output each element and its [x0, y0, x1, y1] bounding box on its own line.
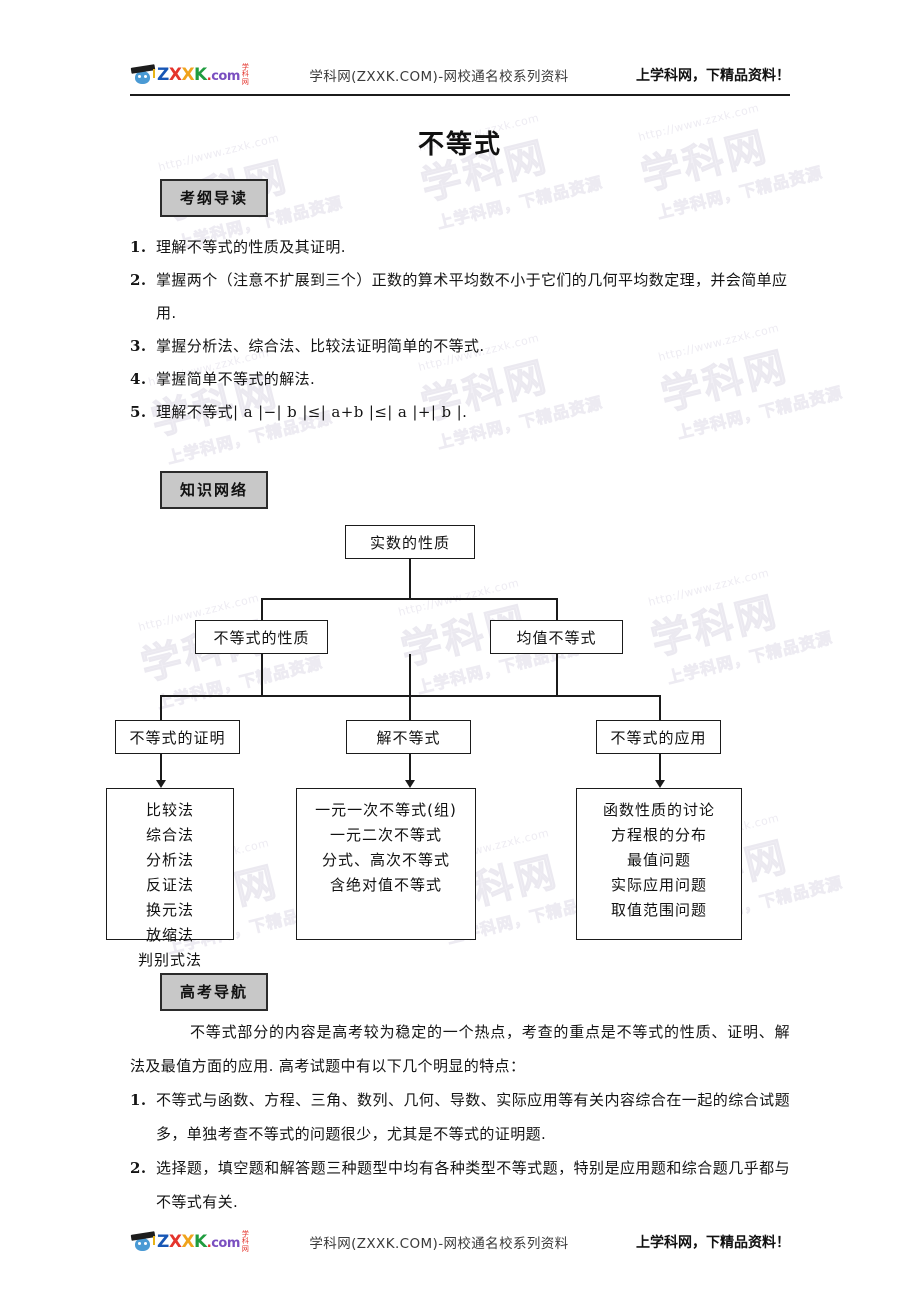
list-item-number: 5.: [130, 403, 147, 421]
header-logo-text: ZXXK.com: [157, 65, 240, 85]
flow-line: 一元一次不等式(组): [315, 801, 457, 819]
list-item: 1. 理解不等式的性质及其证明.: [130, 231, 790, 264]
section-tag-knowledge: 知识网络: [160, 471, 269, 509]
point-number: 1.: [130, 1091, 147, 1109]
footer-slogan: 上学科网，下精品资料！: [635, 1235, 790, 1251]
flow-node-lines: 比较法 综合法 分析法 反证法 换元法 放缩法 判别式法: [107, 798, 233, 973]
list-item-text: 理解不等式的性质及其证明.: [156, 238, 346, 256]
connector: [261, 598, 557, 600]
section-navigation-header: 高考导航: [130, 973, 790, 1011]
flow-node-label: 实数的性质: [369, 533, 450, 552]
connector: [409, 559, 411, 599]
list-item-text: 掌握两个（注意不扩展到三个）正数的算术平均数不小于它们的几何平均数定理，并会简单…: [156, 271, 788, 322]
page-header: ZXXK.com 学科网 学科网(ZXXK.COM)-网校通名校系列资料 上学科…: [130, 0, 790, 98]
flow-node-label: 不等式的性质: [213, 628, 310, 647]
navigation-point: 1. 不等式与函数、方程、三角、数列、几何、导数、实际应用等有关内容综合在一起的…: [130, 1083, 790, 1151]
flow-line: 实际应用问题: [610, 876, 707, 894]
flow-node-level3-1: 解不等式: [346, 720, 471, 754]
connector: [261, 654, 263, 696]
header-slogan: 上学科网，下精品资料！: [635, 68, 790, 84]
footer-logo-text: ZXXK.com: [157, 1232, 240, 1252]
connector: [659, 754, 661, 782]
section-outline-header: 考纲导读: [130, 179, 790, 217]
point-text: 不等式与函数、方程、三角、数列、几何、导数、实际应用等有关内容综合在一起的综合试…: [156, 1091, 790, 1143]
navigation-point: 2. 选择题，填空题和解答题三种题型中均有各种类型不等式题，特别是应用题和综合题…: [130, 1151, 790, 1219]
list-item: 4. 掌握简单不等式的解法.: [130, 363, 790, 396]
document-page: http://www.zzxk.com 学科网 上学科网，下精品资源 http:…: [0, 0, 920, 1302]
navigation-intro-paragraph: 不等式部分的内容是高考较为稳定的一个热点，考查的重点是不等式的性质、证明、解法及…: [130, 1023, 790, 1075]
flow-line: 判别式法: [137, 951, 202, 969]
flow-line: 方程根的分布: [610, 826, 707, 844]
list-item-text: 掌握简单不等式的解法.: [156, 370, 316, 388]
flow-node-label: 解不等式: [376, 728, 441, 747]
point-number: 2.: [130, 1159, 147, 1177]
arrowhead-icon: [655, 780, 665, 788]
list-item-number: 2.: [130, 271, 147, 289]
flow-node-level4-1: 一元一次不等式(组) 一元二次不等式 分式、高次不等式 含绝对值不等式: [296, 788, 476, 940]
section-tag-navigation: 高考导航: [160, 973, 269, 1011]
header-logo-cn: 学科网: [241, 62, 250, 86]
flow-line: 取值范围问题: [610, 901, 707, 919]
connector: [160, 695, 162, 720]
connector: [261, 598, 263, 620]
connector: [556, 598, 558, 620]
list-item-number: 3.: [130, 337, 147, 355]
header-logo: ZXXK.com 学科网: [130, 63, 249, 86]
flow-line: 反证法: [145, 876, 194, 894]
flow-line: 放缩法: [145, 926, 194, 944]
flow-node-root: 实数的性质: [345, 525, 475, 559]
flow-node-level3-2: 不等式的应用: [596, 720, 721, 754]
header-rule: [130, 94, 790, 96]
flow-node-level2-1: 均值不等式: [490, 620, 623, 654]
connector: [160, 754, 162, 782]
graduation-cap-icon: [130, 1231, 156, 1253]
connector: [409, 754, 411, 782]
flow-line: 一元二次不等式: [329, 826, 442, 844]
arrowhead-icon: [156, 780, 166, 788]
flow-node-label: 不等式的证明: [129, 728, 226, 747]
flow-line: 函数性质的讨论: [602, 801, 715, 819]
list-item-text: 理解不等式| a |−| b |≤| a+b |≤| a |+| b |.: [156, 403, 468, 421]
section-tag-outline: 考纲导读: [160, 179, 269, 217]
connector: [409, 695, 411, 720]
list-item: 5. 理解不等式| a |−| b |≤| a+b |≤| a |+| b |.: [130, 396, 790, 429]
list-item-number: 1.: [130, 238, 147, 256]
header-center-text: 学科网(ZXXK.COM)-网校通名校系列资料: [309, 69, 569, 85]
footer-logo: ZXXK.com 学科网: [130, 1230, 249, 1253]
list-item: 3. 掌握分析法、综合法、比较法证明简单的不等式.: [130, 330, 790, 363]
flow-line: 分式、高次不等式: [321, 851, 450, 869]
list-item-text: 掌握分析法、综合法、比较法证明简单的不等式.: [156, 337, 485, 355]
knowledge-flowchart: 实数的性质 不等式的性质 均值不等式 不等式的证明 解不等式 不等式的应用 比较…: [106, 525, 790, 969]
flow-node-level4-0: 比较法 综合法 分析法 反证法 换元法 放缩法 判别式法: [106, 788, 234, 969]
list-item-number: 4.: [130, 370, 147, 388]
list-item: 2. 掌握两个（注意不扩展到三个）正数的算术平均数不小于它们的几何平均数定理，并…: [130, 264, 790, 330]
graduation-cap-icon: [130, 64, 156, 86]
connector: [409, 654, 411, 696]
flow-node-label: 均值不等式: [516, 628, 597, 647]
point-text: 选择题，填空题和解答题三种题型中均有各种类型不等式题，特别是应用题和综合题几乎都…: [156, 1159, 790, 1211]
flow-line: 换元法: [145, 901, 194, 919]
flow-node-level2-0: 不等式的性质: [195, 620, 328, 654]
connector: [556, 654, 558, 696]
outline-item-list: 1. 理解不等式的性质及其证明. 2. 掌握两个（注意不扩展到三个）正数的算术平…: [130, 231, 790, 429]
flow-line: 分析法: [145, 851, 194, 869]
flow-line: 最值问题: [626, 851, 691, 869]
footer-logo-cn: 学科网: [241, 1229, 250, 1253]
footer-center-text: 学科网(ZXXK.COM)-网校通名校系列资料: [309, 1236, 569, 1252]
flow-node-lines: 一元一次不等式(组) 一元二次不等式 分式、高次不等式 含绝对值不等式: [297, 798, 475, 898]
connector: [659, 695, 661, 720]
flow-node-level4-2: 函数性质的讨论 方程根的分布 最值问题 实际应用问题 取值范围问题: [576, 788, 742, 940]
page-title: 不等式: [417, 130, 502, 160]
arrowhead-icon: [405, 780, 415, 788]
flow-node-label: 不等式的应用: [610, 728, 707, 747]
flow-line: 综合法: [145, 826, 194, 844]
page-footer: ZXXK.com 学科网 学科网(ZXXK.COM)-网校通名校系列资料 上学科…: [130, 1227, 790, 1257]
flow-line: 含绝对值不等式: [329, 876, 442, 894]
section-knowledge-header: 知识网络: [130, 471, 790, 509]
flow-node-level3-0: 不等式的证明: [115, 720, 240, 754]
document-content: 不等式 考纲导读 1. 理解不等式的性质及其证明. 2. 掌握两个（注意不扩展到…: [106, 124, 790, 1219]
flow-node-lines: 函数性质的讨论 方程根的分布 最值问题 实际应用问题 取值范围问题: [577, 798, 741, 923]
flow-line: 比较法: [145, 801, 194, 819]
